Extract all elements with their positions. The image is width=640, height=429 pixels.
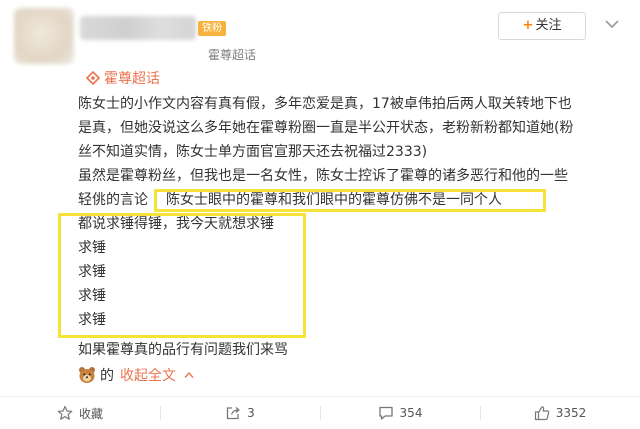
post-text-line: 陈女士的小作文内容有真有假，多年恋爱是真，17被卓伟拍后两人取关转地下也 [78,96,572,112]
post-text-line: 虽然是霍尊粉丝，但我也是一名女性，陈女士控诉了霍尊的诸多恶行和他的一些 [78,168,568,184]
chevron-down-icon[interactable] [600,12,624,36]
fan-badge: 铁粉 [198,21,226,36]
follow-button[interactable]: + 关注 [498,12,586,40]
thumbs-up-icon [534,406,549,421]
comment-count: 354 [399,406,423,420]
bear-emoji-icon [79,367,95,383]
post-text-line: 是真，但她没说这么多年她在霍尊粉圈一直是半公开状态，老粉新粉都知道她(粉 [78,120,574,136]
comment-bubble-icon [378,406,393,420]
share-arrow-icon [227,407,240,420]
collapse-row: 的 收起全文 [78,365,194,385]
favorite-button[interactable]: 收藏 [0,397,160,429]
collapse-prefix: 的 [100,368,114,384]
post-text-line: 丝不知道实情，陈女士单方面官宣那天还去祝福过2333) [78,144,428,160]
post-text-segment: 轻佻的言论 [78,192,148,208]
follow-label: 关注 [535,18,562,33]
repost-count: 3 [247,406,255,420]
star-icon [57,405,73,420]
diamond-topic-icon [86,71,100,85]
chevron-up-icon [184,371,194,378]
highlight-box-sentence [154,189,546,212]
weibo-post: 铁粉 霍尊超话 + 关注 霍尊超话 陈女士的小作文内容有真有假，多年恋爱是真，17… [0,0,640,429]
post-toolbar: 收藏 3 354 3352 [0,397,640,429]
comment-button[interactable]: 354 [320,397,480,429]
avatar[interactable] [14,8,74,64]
repost-button[interactable]: 3 [160,397,320,429]
collapse-label: 收起全文 [120,368,176,384]
topic-label: 霍尊超话 [104,71,160,87]
like-button[interactable]: 3352 [480,397,640,429]
highlight-box-block [58,213,306,338]
username-redacted[interactable] [80,16,196,40]
post-text-line: 如果霍尊真的品行有问题我们来骂 [78,342,288,358]
like-count: 3352 [555,406,587,420]
collapse-full-text-link[interactable]: 收起全文 [120,365,194,385]
post-source[interactable]: 霍尊超话 [208,46,256,63]
plus-icon: + [522,18,534,33]
topic-tag[interactable]: 霍尊超话 [86,68,160,88]
favorite-label: 收藏 [78,406,103,421]
